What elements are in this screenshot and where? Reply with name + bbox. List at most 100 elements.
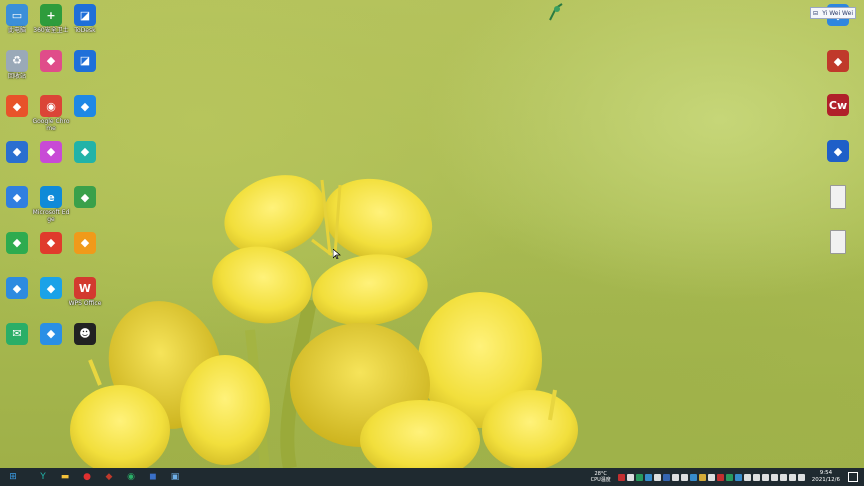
chrome-icon: ◉ — [40, 95, 62, 117]
desktop-icon[interactable]: ◆ — [65, 95, 105, 125]
clock[interactable]: 9:54 2021/12/6 — [812, 470, 840, 484]
tray-app-icon[interactable] — [716, 473, 724, 481]
tray-app-icon[interactable] — [698, 473, 706, 481]
file-icon — [830, 185, 846, 209]
todesk-icon: ◪ — [74, 4, 96, 26]
taskbar-app-4[interactable]: ◼ — [146, 470, 160, 484]
tray-app-icon[interactable] — [779, 473, 787, 481]
file-icon — [830, 230, 846, 254]
floating-widget[interactable]: ⊟ Yi Wei Wei — [810, 7, 856, 19]
tray-app-icon[interactable] — [725, 473, 733, 481]
desktop-background: ▭ 此电脑 +360安全卫士 ◪ ToDesk ♻ 回收站 ◆ ◪ ◆ ◉ Google Chrome… — [0, 0, 864, 468]
clock-date: 2021/12/6 — [811, 477, 840, 483]
app-icon: ◆ — [40, 140, 62, 163]
cpu-temp-label: CPU温度 — [590, 477, 611, 483]
desktop-icon[interactable]: W WPS Office — [65, 277, 105, 307]
app-icon: ◆ — [827, 50, 849, 72]
tray-app-icon[interactable] — [671, 473, 679, 481]
desktop-icon-label — [818, 163, 858, 170]
tray-app-icon[interactable] — [734, 473, 742, 481]
desktop-icon[interactable] — [818, 230, 858, 262]
taskbar-app-5[interactable]: ▣ — [168, 470, 182, 484]
tray-app-icon[interactable] — [743, 473, 751, 481]
tray-app-icon[interactable] — [680, 473, 688, 481]
edge-icon: e — [40, 186, 62, 208]
app-icon: ◆ — [6, 140, 28, 163]
360-guard-icon: + — [40, 4, 62, 26]
desktop-icon[interactable]: ◆ — [65, 140, 105, 171]
desktop-icon-label — [818, 73, 858, 80]
tray-app-icon[interactable] — [626, 473, 634, 481]
tray-app-icon[interactable] — [752, 473, 760, 481]
tray-app-icon[interactable] — [788, 473, 796, 481]
taskbar-wechat[interactable]: ◉ — [124, 470, 138, 484]
taskbar-app-2[interactable]: ● — [80, 470, 94, 484]
app-icon: ◆ — [6, 186, 28, 208]
tray-app-icon[interactable] — [689, 473, 697, 481]
desktop-icon[interactable]: ◆ — [818, 140, 858, 170]
desktop-icon-label — [818, 27, 858, 34]
tray-app-icon[interactable] — [617, 473, 625, 481]
desktop-icon[interactable]: ◆ — [65, 231, 105, 262]
app-icon: ◆ — [6, 277, 28, 299]
tray-app-icon[interactable] — [797, 473, 805, 481]
app-icon: ◆ — [40, 231, 62, 254]
app-icon: ◆ — [74, 186, 96, 208]
app-icon: ◆ — [40, 49, 62, 72]
desktop-icon[interactable]: ☻ — [65, 322, 105, 353]
tray-app-icon[interactable] — [635, 473, 643, 481]
todesk-icon: ◪ — [74, 49, 96, 72]
desktop-icon-label — [818, 117, 858, 124]
desktop-icon[interactable]: ◪ — [65, 49, 105, 80]
taskbar-explorer[interactable]: ▬ — [58, 470, 72, 484]
app-icon: ◆ — [74, 95, 96, 117]
app-icon: ◆ — [6, 231, 28, 254]
tray-app-icon[interactable] — [644, 473, 652, 481]
widget-icon: ⊟ — [813, 9, 819, 17]
desktop-icon[interactable]: ◪ ToDesk — [65, 4, 105, 34]
notification-center-icon[interactable] — [848, 472, 858, 482]
desktop-icon-label — [818, 210, 858, 217]
desktop-icon[interactable] — [818, 185, 858, 217]
app-icon: ◆ — [74, 140, 96, 163]
widget-label: Yi Wei Wei — [822, 9, 853, 17]
desktop-icon-label — [65, 255, 105, 262]
desktop-pet-icon[interactable] — [548, 2, 564, 22]
qq-icon: ☻ — [74, 322, 96, 345]
desktop-icon[interactable]: ◆ — [65, 186, 105, 216]
tray-app-icon[interactable] — [653, 473, 661, 481]
desktop-icon[interactable]: ◆ — [818, 50, 858, 80]
clock-time: 9:54 — [819, 470, 833, 476]
taskbar-app-1[interactable]: Y — [36, 470, 50, 484]
desktop-icon-label — [65, 209, 105, 216]
app-icon: ◆ — [40, 322, 62, 345]
capswriter-icon: Cw — [827, 94, 849, 116]
desktop-icon-label: WPS Office — [68, 300, 102, 307]
tray-app-icon[interactable] — [770, 473, 778, 481]
app-icon: ◆ — [40, 277, 62, 299]
app-icon: ◆ — [827, 140, 849, 162]
desktop-icon-label — [65, 73, 105, 80]
desktop-icon-label — [818, 255, 858, 262]
computer-icon: ▭ — [6, 4, 28, 26]
app-icon: ◆ — [74, 231, 96, 254]
taskbar-app-3[interactable]: ◆ — [102, 470, 116, 484]
start-button[interactable]: ⊞ — [6, 470, 20, 484]
desktop-icon-label — [65, 164, 105, 171]
system-tray: 28°C CPU温度 9:54 2021/12/6 — [591, 468, 864, 486]
desktop-icon-label — [65, 118, 105, 125]
flower-wallpaper — [70, 175, 578, 468]
app-icon: ◆ — [6, 95, 28, 117]
desktop-icon-label — [65, 346, 105, 353]
cpu-temp-widget[interactable]: 28°C CPU温度 — [591, 471, 611, 483]
tray-app-icon[interactable] — [662, 473, 670, 481]
recycle-bin-icon: ♻ — [6, 49, 28, 72]
desktop-icon[interactable]: Cw — [818, 94, 858, 124]
wechat-icon: ✉ — [6, 322, 28, 345]
wps-icon: W — [74, 277, 96, 299]
tray-app-icon[interactable] — [707, 473, 715, 481]
taskbar: ⊞ Y ▬ ● ◆ ◉ ◼ ▣ 28°C CPU温度 9:54 2021/12/6 — [0, 468, 864, 486]
tray-app-icon[interactable] — [761, 473, 769, 481]
mouse-cursor-icon — [333, 249, 341, 259]
desktop-icon-label: ToDesk — [74, 27, 96, 34]
